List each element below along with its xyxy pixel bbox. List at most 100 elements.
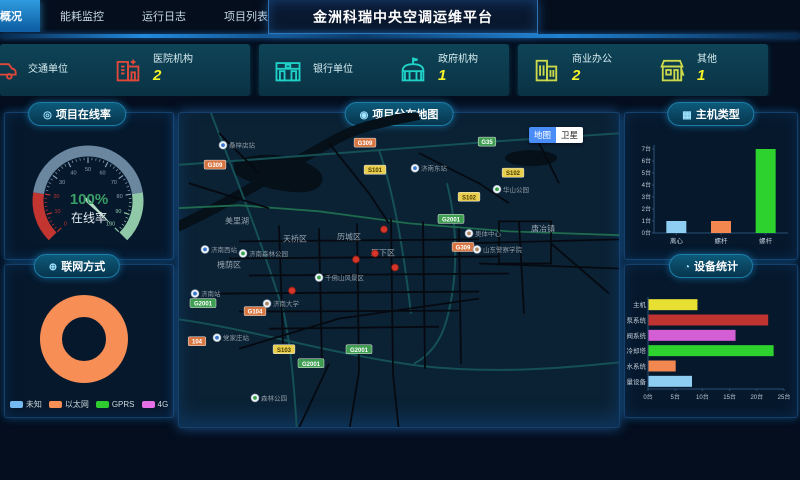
- bank-icon: [273, 55, 303, 85]
- y-axis-tick: 5台: [642, 169, 651, 177]
- svg-text:G35: G35: [481, 140, 493, 146]
- map-poi-marker[interactable]: 山东警察学院: [473, 245, 522, 254]
- map-type-toggle: 地图 卫星: [529, 127, 583, 143]
- stat-label: 医院机构: [153, 54, 193, 67]
- map-poi-marker[interactable]: 森林公园: [251, 393, 287, 402]
- road-shield: G2001: [190, 299, 216, 308]
- shop-building-icon: [657, 55, 687, 85]
- svg-text:G2001: G2001: [302, 362, 321, 368]
- panel-title: 项目在线率: [56, 109, 111, 121]
- legend-item[interactable]: 以太网: [49, 399, 89, 410]
- office-building-icon: [532, 55, 562, 85]
- project-marker[interactable]: [392, 264, 399, 271]
- legend-swatch: [10, 401, 23, 408]
- legend-swatch: [142, 401, 155, 408]
- nav-tab-energy[interactable]: 能耗监控: [42, 0, 122, 32]
- project-marker[interactable]: [353, 256, 360, 263]
- map-mode-button[interactable]: 地图: [529, 127, 556, 143]
- y-axis-category: 阀系统: [627, 331, 647, 340]
- stats-row: 交通单位 医院机构 2: [0, 44, 800, 96]
- y-axis-tick: 4台: [642, 181, 651, 189]
- project-marker[interactable]: [289, 287, 296, 294]
- stat-label: 商业办公: [572, 54, 612, 67]
- stat-label: 其他: [697, 54, 717, 67]
- road-shield: G309: [204, 160, 226, 169]
- donut-slice[interactable]: [51, 306, 117, 372]
- svg-text:S101: S101: [368, 168, 383, 174]
- panel-title: 主机类型: [696, 109, 740, 121]
- stats-icon: ◔: [684, 262, 690, 273]
- poi-label: 济南西站: [211, 245, 237, 254]
- bar: [756, 149, 776, 233]
- stat-value: 1: [697, 67, 717, 86]
- satellite-mode-button[interactable]: 卫星: [556, 127, 583, 143]
- poi-label: 奥体中心: [475, 229, 501, 238]
- gauge-tick-label: 50: [85, 167, 91, 173]
- map-poi-marker[interactable]: 济南东站: [411, 164, 447, 173]
- network-legend: 未知 以太网 GPRS 4G: [5, 399, 173, 410]
- road-shield: G2001: [438, 214, 464, 223]
- y-axis-tick: 0台: [642, 229, 651, 237]
- map-poi-marker[interactable]: 奥体中心: [465, 229, 501, 238]
- panel-device-stats-header: ◔设备统计: [669, 254, 753, 278]
- svg-text:G2001: G2001: [194, 302, 213, 308]
- legend-label: 未知: [26, 399, 42, 410]
- nav-tab-log[interactable]: 运行日志: [124, 0, 204, 32]
- gauge-tick-label: 30: [59, 180, 65, 186]
- legend-label: 以太网: [65, 399, 89, 410]
- bar: [649, 345, 774, 356]
- x-axis-category: 离心: [670, 236, 684, 245]
- district-label: 美里湖: [225, 215, 249, 225]
- panel-network-type: ⊕联网方式 未知以太网GPRS4G: [4, 264, 174, 418]
- poi-label: 森林公园: [261, 393, 287, 402]
- road-shield: G35: [478, 137, 496, 146]
- svg-text:S102: S102: [462, 195, 477, 201]
- project-marker[interactable]: [372, 250, 379, 257]
- poi-label: 桑梓店站: [229, 141, 255, 150]
- bar: [649, 376, 693, 387]
- bar: [666, 221, 686, 233]
- map-poi-marker[interactable]: 济南森林公园: [239, 249, 288, 258]
- stat-value: 1: [438, 67, 478, 86]
- nav-tab-overview[interactable]: 概况: [0, 0, 40, 32]
- stat-item-other: 其他 1: [643, 54, 768, 85]
- stat-label: 交通单位: [28, 64, 68, 77]
- map-poi-marker[interactable]: 党家庄站: [213, 333, 249, 342]
- y-axis-category: 主机: [633, 300, 647, 309]
- map-poi-marker[interactable]: 桑梓店站: [219, 141, 255, 150]
- legend-label: 4G: [158, 400, 169, 409]
- y-axis-tick: 2台: [642, 205, 651, 213]
- map-poi-marker[interactable]: 华山公园: [493, 185, 529, 194]
- bar: [649, 299, 698, 310]
- panel-online-rate-header: ◎ 项目在线率: [28, 102, 126, 126]
- map-poi-marker[interactable]: 济南大学: [263, 299, 299, 308]
- project-distribution-map[interactable]: G309G309G35S101S102S102G2001G309G2001G10…: [179, 113, 619, 427]
- legend-item[interactable]: 4G: [142, 399, 169, 410]
- map-poi-marker[interactable]: 济南站: [191, 289, 221, 298]
- link-icon: ◎: [43, 110, 52, 121]
- gauge-label-text: 在线率: [5, 209, 173, 226]
- road-shield: G104: [244, 307, 266, 316]
- poi-label: 济南东站: [421, 164, 447, 173]
- legend-item[interactable]: GPRS: [96, 399, 135, 410]
- district-label: 天桥区: [283, 233, 307, 243]
- y-axis-tick: 6台: [642, 157, 651, 165]
- map-poi-marker[interactable]: 济南西站: [201, 245, 237, 254]
- poi-label: 济南站: [201, 289, 221, 298]
- legend-item[interactable]: 未知: [10, 399, 42, 410]
- panel-online-rate: ◎项目在线率 0102030405060708090100 100% 在线率: [4, 112, 174, 260]
- road-shield: G309: [354, 138, 376, 147]
- x-axis-tick: 20台: [750, 393, 763, 401]
- project-marker[interactable]: [381, 226, 388, 233]
- panel-host-type-header: ▦主机类型: [667, 102, 754, 126]
- page-title: 金洲科瑞中央空调运维平台: [313, 7, 493, 27]
- bar: [649, 315, 769, 326]
- top-glow-divider: [0, 34, 800, 38]
- stat-card-office-other: 商业办公 2 其他 1: [518, 44, 768, 96]
- panel-device-stats: ◔设备统计 0台5台10台15台20台25台主机泵系统阀系统冷却塔水系统量设备: [624, 264, 798, 418]
- panel-network-header: ⊕联网方式: [34, 254, 120, 278]
- svg-text:104: 104: [192, 340, 203, 346]
- road-shield: S101: [364, 165, 386, 174]
- y-axis-tick: 1台: [642, 217, 651, 225]
- stat-item-transport: 交通单位: [0, 55, 99, 85]
